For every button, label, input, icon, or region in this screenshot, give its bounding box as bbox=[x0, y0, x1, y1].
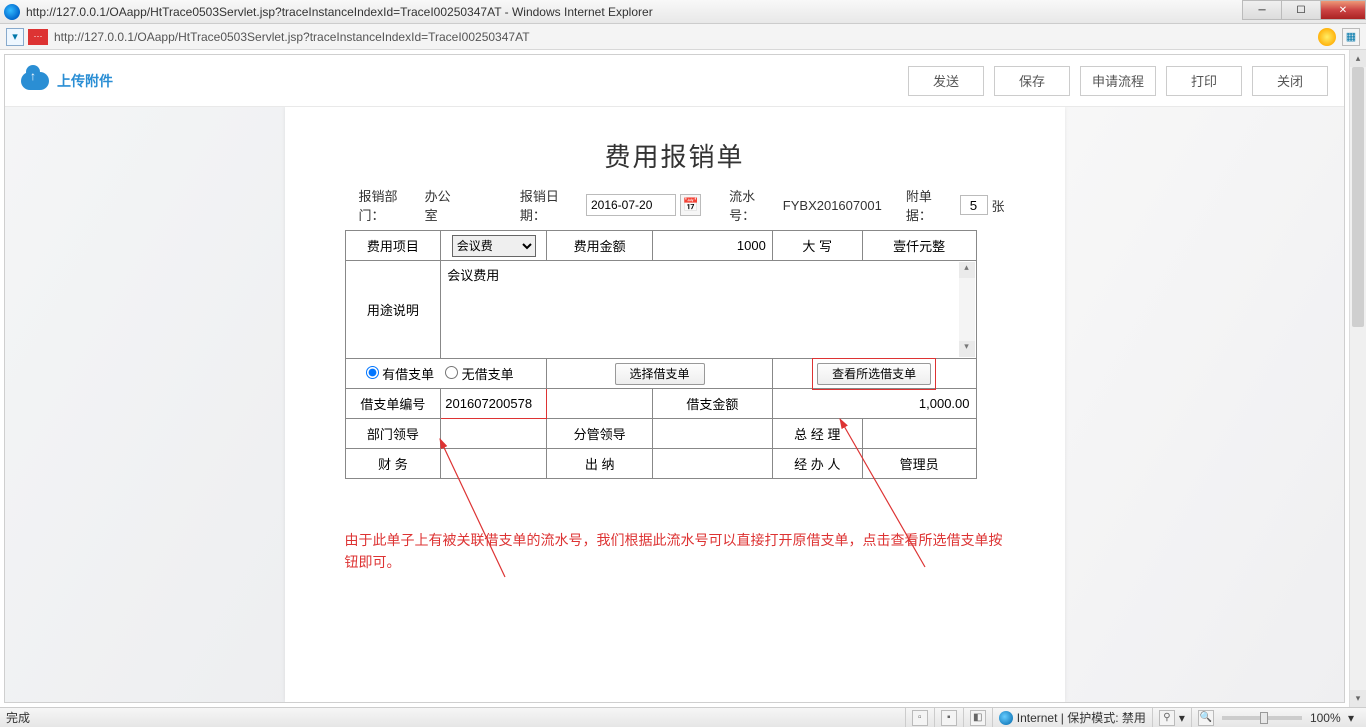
handler-label: 经 办 人 bbox=[772, 449, 862, 479]
date-label: 报销日期： bbox=[520, 186, 582, 224]
address-bar: ▾ ⋯ http://127.0.0.1/OAapp/HtTrace0503Se… bbox=[0, 24, 1366, 50]
sb-icon-3[interactable]: ◧ bbox=[970, 710, 986, 726]
expense-table: 费用项目 会议费 费用金额 大 写 壹仟元整 用途说明 bbox=[345, 230, 977, 479]
radio-has-loan[interactable]: 有借支单 bbox=[366, 367, 435, 382]
textarea-scrollbar[interactable]: ▴▾ bbox=[959, 262, 975, 357]
sb-icon-1[interactable]: ▫ bbox=[912, 710, 928, 726]
usage-label: 用途说明 bbox=[345, 261, 441, 359]
date-input[interactable] bbox=[586, 194, 676, 216]
page-tools-icon[interactable]: ▦ bbox=[1342, 28, 1360, 46]
caps-label: 大 写 bbox=[772, 231, 862, 261]
form-title: 费用报销单 bbox=[345, 137, 1005, 174]
status-done: 完成 bbox=[6, 709, 30, 726]
close-window-button[interactable]: ✕ bbox=[1320, 0, 1366, 20]
loan-amt-label: 借支金额 bbox=[653, 389, 773, 419]
upload-label: 上传附件 bbox=[57, 71, 113, 91]
dept-value: 办公室 bbox=[425, 186, 462, 224]
dept-leader-label: 部门领导 bbox=[345, 419, 441, 449]
compat-view-icon[interactable] bbox=[1318, 28, 1336, 46]
save-button[interactable]: 保存 bbox=[994, 66, 1070, 96]
serial-label: 流水号： bbox=[729, 186, 779, 224]
print-button[interactable]: 打印 bbox=[1166, 66, 1242, 96]
loan-amt-value: 1,000.00 bbox=[772, 389, 976, 419]
dept-label: 报销部门： bbox=[359, 186, 421, 224]
radio-no-loan[interactable]: 无借支单 bbox=[445, 367, 514, 382]
globe-icon bbox=[999, 711, 1013, 725]
amount-label: 费用金额 bbox=[547, 231, 653, 261]
protected-mode-icon[interactable]: ⚲ bbox=[1159, 710, 1175, 726]
window-title: http://127.0.0.1/OAapp/HtTrace0503Servle… bbox=[26, 5, 653, 19]
upload-attachment-button[interactable]: 上传附件 bbox=[21, 71, 113, 91]
calendar-icon[interactable]: 📅 bbox=[680, 194, 701, 216]
app-toolbar: 上传附件 发送 保存 申请流程 打印 关闭 bbox=[5, 55, 1344, 107]
zoom-value: 100% bbox=[1310, 711, 1341, 725]
admin-value: 管理员 bbox=[862, 449, 976, 479]
serial-value: FYBX201607001 bbox=[783, 198, 882, 213]
finance-label: 财 务 bbox=[345, 449, 441, 479]
apply-flow-button[interactable]: 申请流程 bbox=[1080, 66, 1156, 96]
minimize-button[interactable]: ─ bbox=[1242, 0, 1282, 20]
item-label: 费用项目 bbox=[345, 231, 441, 261]
sb-icon-2[interactable]: ▪ bbox=[941, 710, 957, 726]
page-content: 上传附件 发送 保存 申请流程 打印 关闭 费用报销单 报销部门： 办公室 报销… bbox=[4, 54, 1345, 703]
meta-row: 报销部门： 办公室 报销日期： 📅 流水号： FYBX201607001 附单据… bbox=[359, 186, 1005, 224]
caps-value: 壹仟元整 bbox=[862, 231, 976, 261]
close-button[interactable]: 关闭 bbox=[1252, 66, 1328, 96]
attach-label: 附单据： bbox=[906, 186, 956, 224]
zoom-slider[interactable] bbox=[1222, 716, 1302, 720]
vertical-scrollbar[interactable]: ▴ ▾ bbox=[1349, 50, 1366, 707]
ie-icon bbox=[4, 4, 20, 20]
view-loan-button[interactable]: 查看所选借支单 bbox=[817, 363, 931, 385]
cloud-upload-icon bbox=[21, 72, 49, 90]
url-text[interactable]: http://127.0.0.1/OAapp/HtTrace0503Servle… bbox=[54, 30, 1318, 44]
maximize-button[interactable]: ☐ bbox=[1281, 0, 1321, 20]
zoom-icon[interactable]: 🔍 bbox=[1198, 710, 1214, 726]
branch-leader-label: 分管领导 bbox=[547, 419, 653, 449]
loan-no-value: 201607200578 bbox=[441, 389, 547, 419]
security-zone: Internet | 保护模式: 禁用 bbox=[1017, 709, 1146, 726]
amount-input[interactable] bbox=[653, 232, 772, 260]
window-titlebar: http://127.0.0.1/OAapp/HtTrace0503Servle… bbox=[0, 0, 1366, 24]
cashier-label: 出 纳 bbox=[547, 449, 653, 479]
security-shield-icon[interactable]: ▾ bbox=[6, 28, 24, 46]
usage-textarea[interactable] bbox=[441, 261, 975, 355]
addon-icon[interactable]: ⋯ bbox=[28, 29, 48, 45]
send-button[interactable]: 发送 bbox=[908, 66, 984, 96]
annotation-note: 由于此单子上有被关联借支单的流水号，我们根据此流水号可以直接打开原借支单，点击查… bbox=[345, 529, 1005, 574]
gm-label: 总 经 理 bbox=[772, 419, 862, 449]
item-select[interactable]: 会议费 bbox=[452, 235, 536, 257]
attach-unit: 张 bbox=[992, 196, 1005, 215]
attach-count-input[interactable] bbox=[960, 195, 988, 215]
status-bar: 完成 ▫ ▪ ◧ Internet | 保护模式: 禁用 ⚲▾ 🔍 100% ▾ bbox=[0, 707, 1366, 727]
form-paper: 费用报销单 报销部门： 办公室 报销日期： 📅 流水号： FYBX2016070… bbox=[285, 107, 1065, 702]
select-loan-button[interactable]: 选择借支单 bbox=[615, 363, 705, 385]
loan-no-label: 借支单编号 bbox=[345, 389, 441, 419]
